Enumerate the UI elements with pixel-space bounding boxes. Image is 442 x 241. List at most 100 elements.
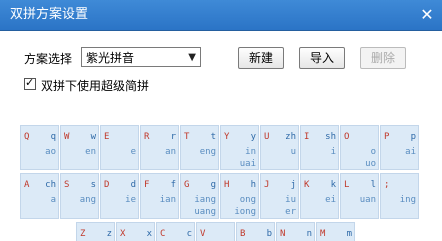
key-row3-1[interactable]: Xx	[116, 222, 155, 241]
key-initial: w	[90, 132, 96, 142]
close-icon[interactable]: ✕	[418, 6, 436, 24]
key-final: ang	[79, 195, 96, 205]
key-row3-2[interactable]: Cc	[156, 222, 195, 241]
key-row2-5[interactable]: Hh ong iong	[220, 173, 259, 219]
checkmark-icon: ✓	[25, 76, 35, 89]
key-initial: s	[90, 180, 96, 190]
key-row2-6[interactable]: Jj iu er	[260, 173, 299, 219]
key-row3-3[interactable]: V	[196, 222, 235, 241]
key-row1-2[interactable]: Ee	[100, 125, 139, 170]
key-initial: p	[410, 132, 416, 142]
key-initial: t	[210, 132, 216, 142]
key-final: uan	[359, 195, 376, 205]
key-letter: K	[304, 180, 310, 190]
key-final: an	[165, 147, 176, 157]
key-letter: O	[344, 132, 350, 142]
key-initial: l	[370, 180, 376, 190]
key-initial: zh	[285, 132, 296, 142]
key-letter: T	[184, 132, 190, 142]
key-letter: C	[160, 229, 166, 239]
key-final: eng	[199, 147, 216, 157]
key-letter: N	[280, 229, 286, 239]
key-row1-0[interactable]: Qq ao	[20, 125, 59, 170]
key-initial: m	[346, 229, 352, 239]
key-row1-7[interactable]: Ish i	[300, 125, 339, 170]
key-row1-1[interactable]: Ww en	[60, 125, 99, 170]
super-abbrev-label: 双拼下使用超级简拼	[41, 79, 150, 93]
key-row2-3[interactable]: Ff ian	[140, 173, 179, 219]
key-row2-4[interactable]: Gg iang uang	[180, 173, 219, 219]
key-letter: Y	[224, 132, 230, 142]
key-final: a	[50, 195, 56, 205]
key-row3-0[interactable]: Zz	[76, 222, 115, 241]
key-letter: A	[24, 180, 30, 190]
key-letter: F	[144, 180, 150, 190]
key-letter: V	[200, 229, 206, 239]
key-final: i	[330, 147, 336, 157]
key-row2-7[interactable]: Kk ei	[300, 173, 339, 219]
key-final: e	[130, 147, 136, 157]
key-initial: k	[330, 180, 336, 190]
key-letter: G	[184, 180, 190, 190]
key-initial: n	[306, 229, 312, 239]
key-final: u	[290, 147, 296, 157]
key-row3-4[interactable]: Bb	[236, 222, 275, 241]
key-row3-5[interactable]: Nn	[276, 222, 315, 241]
key-row3-6[interactable]: Mm	[316, 222, 355, 241]
key-letter: X	[120, 229, 126, 239]
key-letter: E	[104, 132, 110, 142]
key-initial: sh	[325, 132, 336, 142]
key-initial: d	[130, 180, 136, 190]
key-row1-3[interactable]: Rr an	[140, 125, 179, 170]
key-row1-6[interactable]: Uzh u	[260, 125, 299, 170]
key-final: ao	[45, 147, 56, 157]
key-row2-1[interactable]: Ss ang	[60, 173, 99, 219]
key-final: ai	[405, 147, 416, 157]
key-initial: f	[170, 180, 176, 190]
key-letter: L	[344, 180, 350, 190]
import-button[interactable]: 导入	[299, 47, 345, 69]
delete-button[interactable]: 删除	[360, 47, 406, 69]
key-row1-9[interactable]: Pp ai	[380, 125, 419, 170]
key-row1-4[interactable]: Tt eng	[180, 125, 219, 170]
key-final: en	[85, 147, 96, 157]
key-final: iang uang	[194, 195, 216, 217]
key-letter: W	[64, 132, 70, 142]
key-row1-5[interactable]: Yy in uai	[220, 125, 259, 170]
scheme-select-value: 紫光拼音	[86, 51, 135, 65]
key-row2-0[interactable]: Ach a	[20, 173, 59, 219]
key-row2-9[interactable]: ; ing	[380, 173, 419, 219]
window-title: 双拼方案设置	[10, 7, 89, 22]
key-letter: R	[144, 132, 150, 142]
key-final: o uo	[365, 147, 376, 169]
key-letter: H	[224, 180, 230, 190]
key-row2-2[interactable]: Dd ie	[100, 173, 139, 219]
title-bar: 双拼方案设置 ✕	[0, 0, 442, 31]
key-letter: M	[320, 229, 326, 239]
key-final: ian	[159, 195, 176, 205]
new-button[interactable]: 新建	[238, 47, 284, 69]
key-final: ong iong	[234, 195, 256, 217]
key-final: ei	[325, 195, 336, 205]
key-letter: D	[104, 180, 110, 190]
key-letter: Q	[24, 132, 30, 142]
key-initial: x	[146, 229, 152, 239]
key-final: ie	[125, 195, 136, 205]
scheme-select[interactable]: 紫光拼音 ▼	[81, 47, 201, 67]
key-initial: q	[50, 132, 56, 142]
chevron-down-icon: ▼	[188, 52, 196, 63]
key-row2-8[interactable]: Ll uan	[340, 173, 379, 219]
super-abbrev-checkbox[interactable]: ✓	[24, 76, 36, 90]
key-final: ing	[399, 195, 416, 205]
key-letter: Z	[80, 229, 86, 239]
key-initial: y	[250, 132, 256, 142]
key-initial: g	[210, 180, 216, 190]
key-initial: ch	[45, 180, 56, 190]
key-letter: U	[264, 132, 270, 142]
key-letter: B	[240, 229, 246, 239]
scheme-label: 方案选择	[24, 52, 73, 66]
key-letter: P	[384, 132, 390, 142]
key-row1-8[interactable]: Oo uo	[340, 125, 379, 170]
key-initial: h	[250, 180, 256, 190]
key-initial: z	[106, 229, 112, 239]
